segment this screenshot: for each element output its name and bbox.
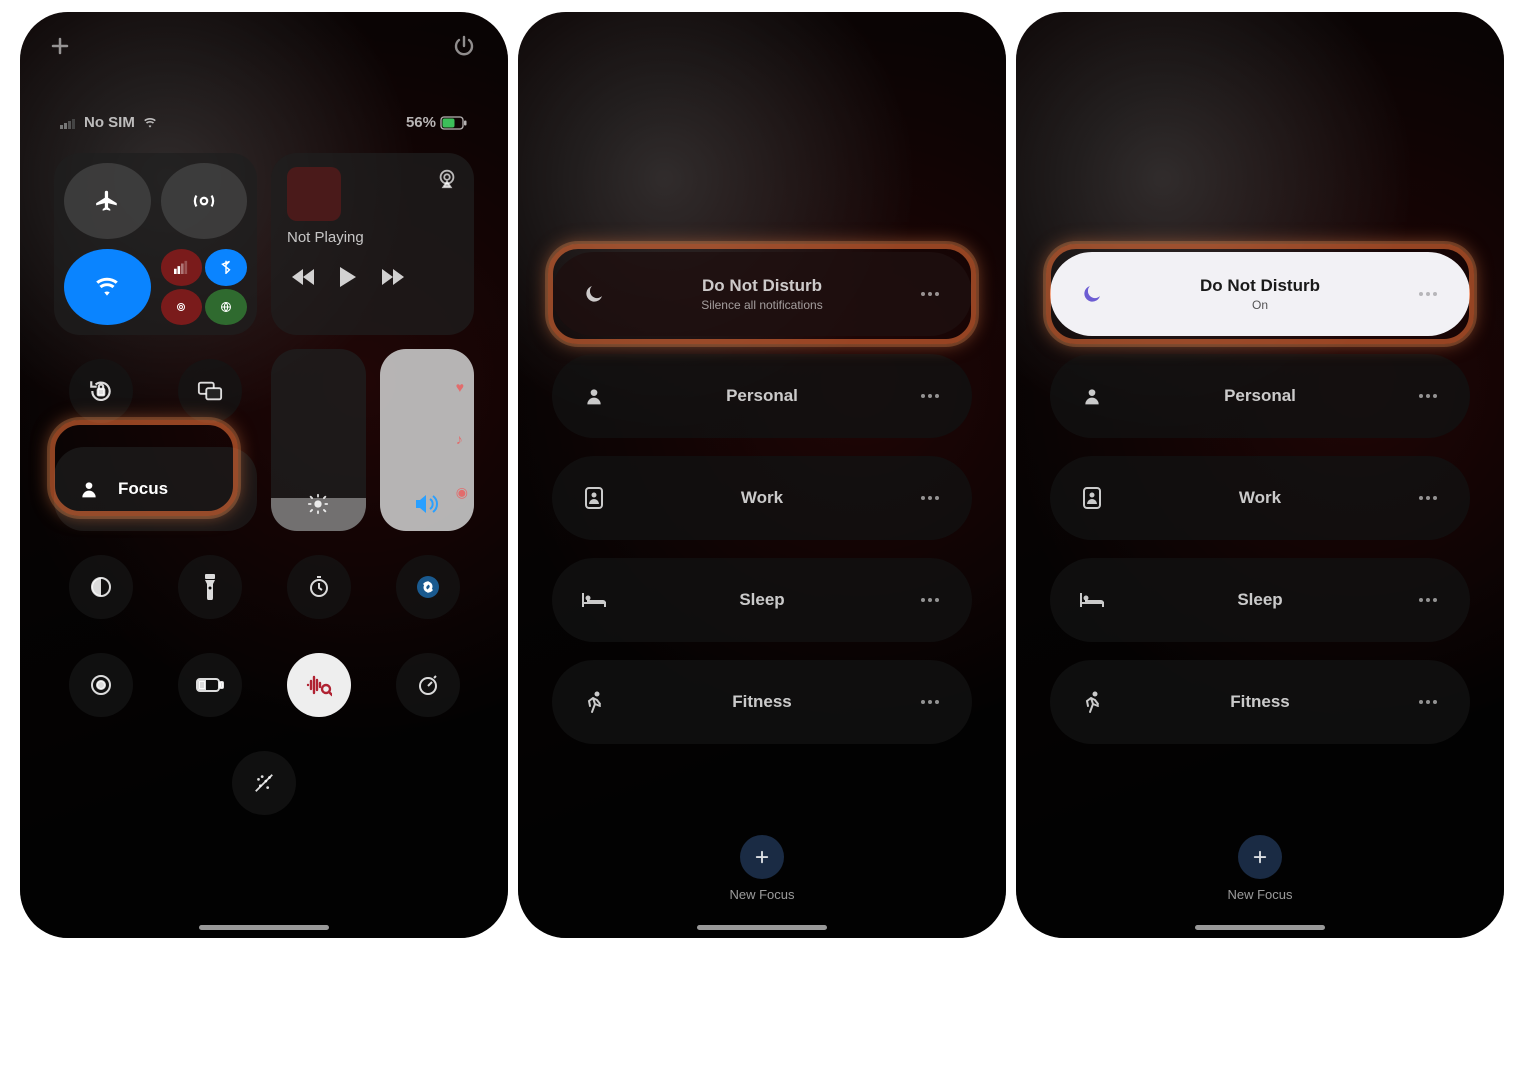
dnd-title: Do Not Disturb bbox=[610, 276, 914, 296]
now-playing-label: Not Playing bbox=[287, 229, 458, 246]
screenshot-focus-list-off: Do Not Disturb Silence all notifications… bbox=[518, 12, 1006, 938]
focus-mode-work[interactable]: Work bbox=[552, 456, 972, 540]
cellular-icon[interactable] bbox=[161, 249, 203, 286]
new-focus-label: New Focus bbox=[729, 887, 794, 902]
more-button[interactable] bbox=[914, 291, 946, 297]
moon-icon bbox=[1076, 282, 1108, 306]
more-button[interactable] bbox=[1412, 699, 1444, 705]
moon-icon bbox=[578, 282, 610, 306]
focus-mode-personal[interactable]: Personal bbox=[552, 354, 972, 438]
bed-icon bbox=[578, 591, 610, 609]
bed-icon bbox=[1076, 591, 1108, 609]
focus-mode-sleep[interactable]: Sleep bbox=[1050, 558, 1470, 642]
nearby-button[interactable] bbox=[232, 751, 296, 815]
person-icon bbox=[74, 474, 104, 504]
focus-mode-dnd-active[interactable]: Do Not Disturb On bbox=[1050, 252, 1470, 336]
sun-icon bbox=[307, 493, 329, 515]
airplane-mode-toggle[interactable] bbox=[64, 163, 151, 239]
timer-button[interactable] bbox=[287, 555, 351, 619]
airplay-icon[interactable] bbox=[436, 167, 458, 221]
orientation-lock-button[interactable] bbox=[69, 359, 133, 423]
volume-slider[interactable]: ♥ ♪ ◉ bbox=[380, 349, 475, 531]
new-focus-button[interactable] bbox=[1238, 835, 1282, 879]
play-button[interactable] bbox=[331, 260, 365, 294]
power-button[interactable] bbox=[452, 34, 480, 62]
focus-mode-personal[interactable]: Personal bbox=[1050, 354, 1470, 438]
speaker-icon bbox=[414, 493, 440, 515]
rewind-button[interactable] bbox=[287, 260, 321, 294]
signal-icon: ◉ bbox=[456, 484, 468, 501]
focus-mode-fitness[interactable]: Fitness bbox=[1050, 660, 1470, 744]
screen-record-button[interactable] bbox=[69, 653, 133, 717]
home-indicator[interactable] bbox=[199, 925, 329, 930]
connectivity-mini-cluster[interactable] bbox=[161, 249, 248, 325]
brightness-slider[interactable] bbox=[271, 349, 366, 531]
new-focus-button[interactable] bbox=[740, 835, 784, 879]
more-button[interactable] bbox=[914, 597, 946, 603]
stopwatch-button[interactable] bbox=[396, 653, 460, 717]
running-icon bbox=[1076, 690, 1108, 714]
heart-icon: ♥ bbox=[456, 379, 468, 395]
album-art bbox=[287, 167, 341, 221]
vpn-icon[interactable] bbox=[205, 289, 247, 326]
more-button[interactable] bbox=[914, 393, 946, 399]
home-indicator[interactable] bbox=[1195, 925, 1325, 930]
music-icon: ♪ bbox=[456, 431, 468, 447]
connectivity-tile[interactable] bbox=[54, 153, 257, 335]
focus-button[interactable]: Focus bbox=[54, 447, 257, 531]
screenshot-control-center: No SIM 56% bbox=[20, 12, 508, 938]
focus-mode-sleep[interactable]: Sleep bbox=[552, 558, 972, 642]
running-icon bbox=[578, 690, 610, 714]
focus-label: Focus bbox=[118, 479, 168, 499]
more-button[interactable] bbox=[1412, 597, 1444, 603]
focus-mode-work[interactable]: Work bbox=[1050, 456, 1470, 540]
add-button[interactable] bbox=[48, 34, 76, 62]
hotspot-icon[interactable] bbox=[161, 289, 203, 326]
wifi-toggle[interactable] bbox=[64, 249, 151, 325]
more-button[interactable] bbox=[1412, 291, 1444, 297]
focus-mode-fitness[interactable]: Fitness bbox=[552, 660, 972, 744]
now-playing-tile[interactable]: Not Playing bbox=[271, 153, 474, 335]
badge-icon bbox=[1076, 487, 1108, 509]
bluetooth-icon[interactable] bbox=[205, 249, 247, 286]
new-focus-label: New Focus bbox=[1227, 887, 1292, 902]
focus-mode-dnd[interactable]: Do Not Disturb Silence all notifications bbox=[552, 252, 972, 336]
sound-recognition-button[interactable] bbox=[287, 653, 351, 717]
more-button[interactable] bbox=[914, 699, 946, 705]
airdrop-toggle[interactable] bbox=[161, 163, 248, 239]
more-button[interactable] bbox=[1412, 495, 1444, 501]
forward-button[interactable] bbox=[375, 260, 409, 294]
more-button[interactable] bbox=[914, 495, 946, 501]
flashlight-button[interactable] bbox=[178, 555, 242, 619]
home-indicator[interactable] bbox=[697, 925, 827, 930]
more-button[interactable] bbox=[1412, 393, 1444, 399]
dnd-subtitle-on: On bbox=[1108, 298, 1412, 312]
badge-icon bbox=[578, 487, 610, 509]
carrier-text: No SIM bbox=[84, 114, 135, 131]
dnd-subtitle: Silence all notifications bbox=[610, 298, 914, 312]
screen-mirroring-button[interactable] bbox=[178, 359, 242, 423]
dnd-title: Do Not Disturb bbox=[1108, 276, 1412, 296]
dark-mode-button[interactable] bbox=[69, 555, 133, 619]
screenshot-focus-list-on: Do Not Disturb On Personal Work Sleep Fi… bbox=[1016, 12, 1504, 938]
battery-percent: 56% bbox=[406, 114, 436, 131]
person-icon bbox=[578, 386, 610, 406]
low-power-button[interactable] bbox=[178, 653, 242, 717]
status-bar: No SIM 56% bbox=[20, 70, 508, 139]
person-icon bbox=[1076, 386, 1108, 406]
shazam-button[interactable] bbox=[396, 555, 460, 619]
